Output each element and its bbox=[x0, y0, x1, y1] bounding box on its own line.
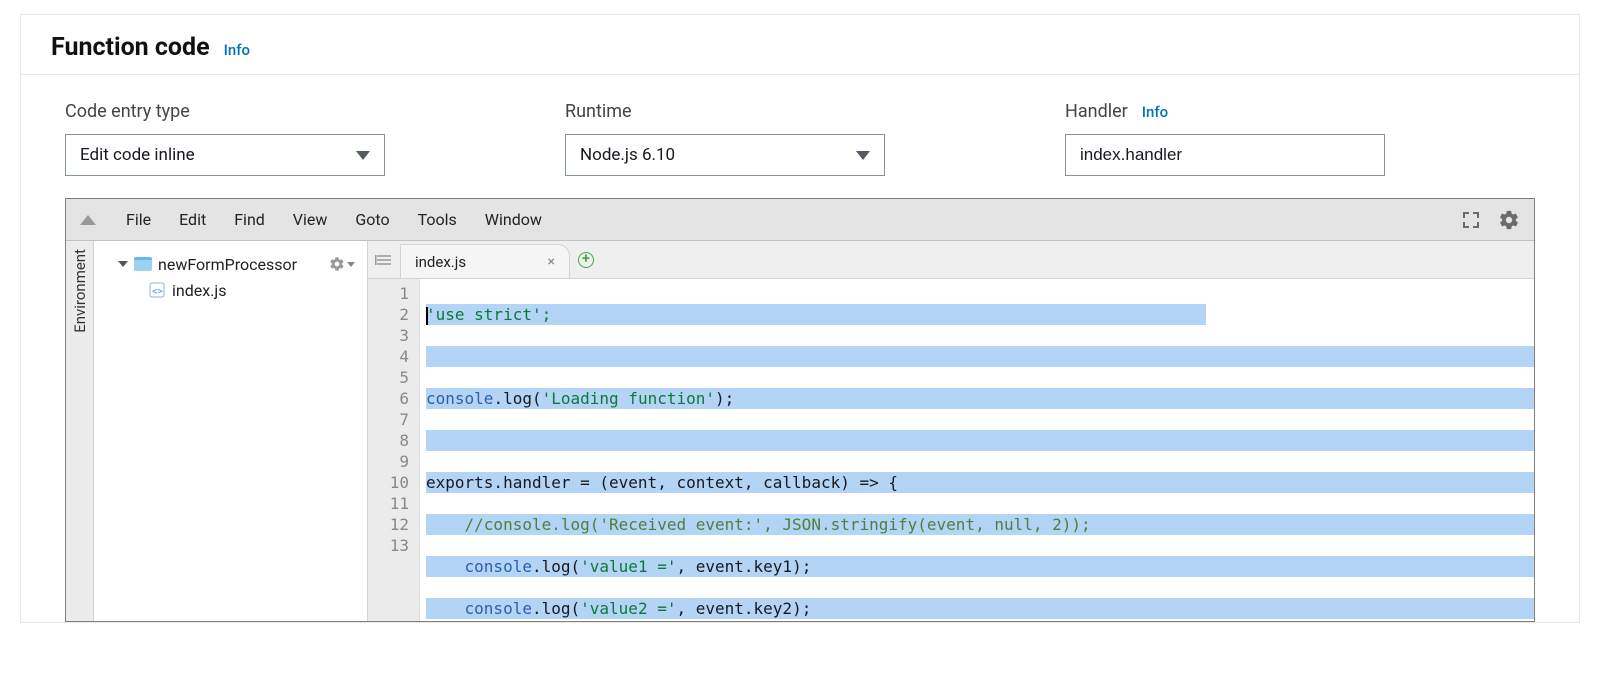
folder-icon bbox=[134, 257, 152, 271]
handler-info-link[interactable]: Info bbox=[1142, 103, 1168, 121]
tree-folder[interactable]: newFormProcessor bbox=[94, 251, 367, 277]
folder-expand-icon bbox=[118, 261, 128, 267]
editor-main: index.js × + 12345678910111213 'use stri… bbox=[368, 241, 1534, 621]
fullscreen-icon[interactable] bbox=[1462, 211, 1480, 229]
environment-label: Environment bbox=[71, 249, 89, 333]
select-code-entry-type[interactable]: Edit code inline bbox=[65, 134, 385, 176]
field-code-entry-type: Code entry type Edit code inline bbox=[65, 101, 535, 176]
new-tab-icon[interactable]: + bbox=[570, 241, 602, 278]
label-handler-text: Handler bbox=[1065, 101, 1128, 122]
tab-close-icon[interactable]: × bbox=[548, 254, 555, 270]
tab-active[interactable]: index.js × bbox=[400, 244, 570, 278]
tree-gear-icon[interactable] bbox=[329, 256, 355, 272]
menu-find[interactable]: Find bbox=[220, 210, 279, 229]
select-runtime[interactable]: Node.js 6.10 bbox=[565, 134, 885, 176]
code-token: .log( bbox=[493, 389, 541, 408]
select-code-entry-value: Edit code inline bbox=[80, 145, 195, 165]
label-runtime: Runtime bbox=[565, 101, 1035, 122]
code-token: 'value2 =' bbox=[580, 599, 676, 618]
code-token: exports.handler = (event, context, callb… bbox=[426, 473, 898, 492]
code-token bbox=[426, 557, 465, 576]
menu-file[interactable]: File bbox=[112, 210, 165, 229]
file-tree: newFormProcessor <> index.js bbox=[94, 241, 368, 621]
tree-file[interactable]: <> index.js bbox=[94, 277, 367, 303]
panel-title: Function code bbox=[51, 33, 210, 62]
code-token: console bbox=[426, 389, 493, 408]
file-name: index.js bbox=[172, 281, 226, 300]
menu-goto[interactable]: Goto bbox=[341, 210, 403, 229]
code-token: , event.key1); bbox=[676, 557, 811, 576]
tab-bar: index.js × + bbox=[368, 241, 1534, 279]
code-area[interactable]: 12345678910111213 'use strict'; console.… bbox=[368, 279, 1534, 621]
environment-rail[interactable]: Environment bbox=[66, 241, 94, 621]
caret-down-icon bbox=[347, 262, 355, 267]
menu-view[interactable]: View bbox=[279, 210, 342, 229]
tab-title: index.js bbox=[415, 253, 466, 271]
folder-name: newFormProcessor bbox=[158, 255, 297, 274]
menu-edit[interactable]: Edit bbox=[165, 210, 220, 229]
tab-options-icon[interactable] bbox=[368, 241, 400, 278]
config-row: Code entry type Edit code inline Runtime… bbox=[21, 75, 1579, 198]
code-token: , event.key2); bbox=[676, 599, 811, 618]
code-editor: File Edit Find View Goto Tools Window En… bbox=[65, 198, 1535, 622]
code-token: .log( bbox=[532, 557, 580, 576]
code-token: 'Loading function' bbox=[542, 389, 715, 408]
env-collapse-icon[interactable] bbox=[80, 215, 96, 225]
field-runtime: Runtime Node.js 6.10 bbox=[565, 101, 1035, 176]
select-runtime-value: Node.js 6.10 bbox=[580, 145, 675, 165]
settings-gear-icon[interactable] bbox=[1498, 209, 1520, 231]
menu-window[interactable]: Window bbox=[471, 210, 556, 229]
code-token: 'use strict'; bbox=[426, 305, 551, 324]
editor-body: Environment newFormProcessor <> in bbox=[66, 241, 1534, 621]
code-token: 'value1 =' bbox=[580, 557, 676, 576]
menu-tools[interactable]: Tools bbox=[404, 210, 471, 229]
line-gutter: 12345678910111213 bbox=[368, 279, 420, 621]
function-code-panel: Function code Info Code entry type Edit … bbox=[20, 14, 1580, 623]
input-handler[interactable] bbox=[1065, 134, 1385, 176]
code-token: console bbox=[465, 557, 532, 576]
code-token: ); bbox=[715, 389, 734, 408]
label-handler: Handler Info bbox=[1065, 101, 1535, 122]
code-token: .log( bbox=[532, 599, 580, 618]
caret-down-icon bbox=[356, 151, 370, 160]
svg-text:<>: <> bbox=[152, 287, 163, 297]
editor-menubar: File Edit Find View Goto Tools Window bbox=[66, 199, 1534, 241]
panel-header: Function code Info bbox=[21, 15, 1579, 75]
caret-down-icon bbox=[856, 151, 870, 160]
js-file-icon: <> bbox=[148, 281, 166, 299]
label-code-entry-type: Code entry type bbox=[65, 101, 535, 122]
code-token bbox=[426, 599, 465, 618]
info-link[interactable]: Info bbox=[224, 41, 250, 59]
code-token: console bbox=[465, 599, 532, 618]
field-handler: Handler Info bbox=[1065, 101, 1535, 176]
code-token: //console.log('Received event:', JSON.st… bbox=[426, 515, 1091, 534]
code-lines[interactable]: 'use strict'; console.log('Loading funct… bbox=[420, 279, 1534, 621]
